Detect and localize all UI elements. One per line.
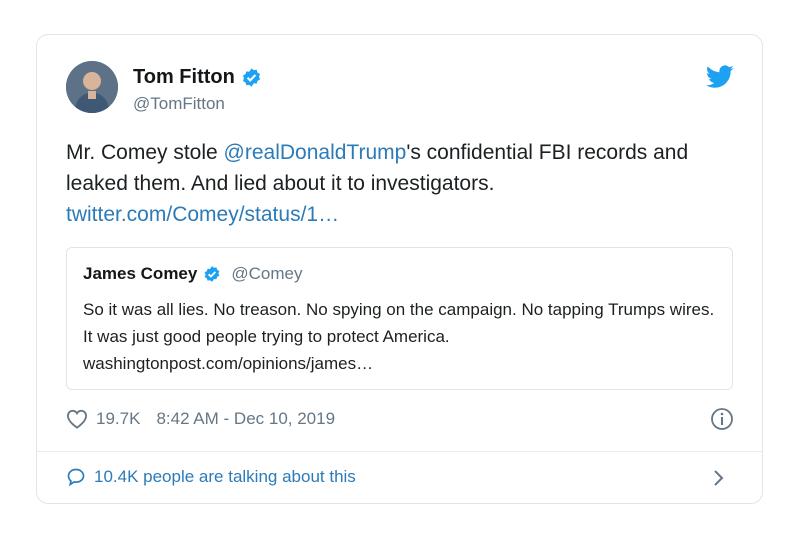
- conversation-link[interactable]: 10.4K people are talking about this: [66, 467, 356, 487]
- author-name-label[interactable]: Tom Fitton: [133, 66, 235, 89]
- quoted-author[interactable]: James Comey @Comey: [83, 264, 302, 284]
- tweet-text: Mr. Comey stole @realDonaldTrump's confi…: [66, 137, 746, 230]
- verified-badge-icon: [203, 265, 221, 283]
- tweet-card[interactable]: Tom Fitton @TomFitton Mr. Comey stole @r…: [36, 34, 763, 504]
- quoted-author-handle[interactable]: @Comey: [231, 264, 302, 284]
- timestamp[interactable]: 8:42 AM - Dec 10, 2019: [156, 409, 335, 429]
- speech-bubble-icon: [66, 467, 86, 487]
- verified-badge-icon: [241, 67, 262, 88]
- quoted-text: So it was all lies. No treason. No spyin…: [83, 296, 723, 377]
- twitter-bird-icon[interactable]: [706, 65, 734, 89]
- divider: [37, 451, 762, 452]
- quoted-link[interactable]: washingtonpost.com/opinions/james…: [83, 354, 373, 373]
- quoted-tweet[interactable]: James Comey @Comey So it was all lies. N…: [66, 247, 733, 390]
- info-icon[interactable]: [710, 407, 734, 431]
- author-name[interactable]: Tom Fitton: [133, 66, 262, 89]
- author-handle[interactable]: @TomFitton: [133, 94, 225, 114]
- tweet-meta: 19.7K 8:42 AM - Dec 10, 2019: [66, 409, 335, 429]
- conversation-label[interactable]: 10.4K people are talking about this: [94, 467, 356, 487]
- quoted-author-name[interactable]: James Comey: [83, 264, 197, 284]
- mention-link[interactable]: @realDonaldTrump: [224, 141, 407, 164]
- tweet-link[interactable]: twitter.com/Comey/status/1…: [66, 203, 339, 226]
- avatar[interactable]: [66, 61, 118, 113]
- tweet-text-part1: Mr. Comey stole: [66, 141, 224, 164]
- like-count[interactable]: 19.7K: [96, 409, 140, 429]
- heart-icon[interactable]: [66, 409, 88, 429]
- quoted-text-body: So it was all lies. No treason. No spyin…: [83, 300, 715, 346]
- chevron-right-icon[interactable]: [712, 468, 726, 488]
